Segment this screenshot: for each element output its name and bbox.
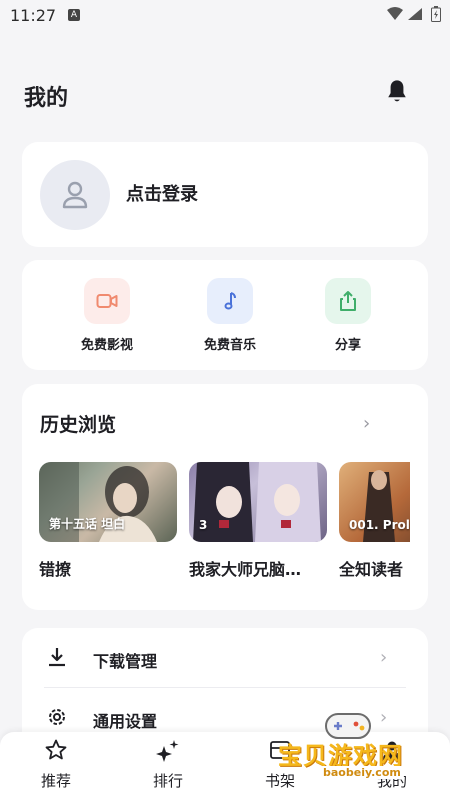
- music-note-icon: [207, 278, 253, 324]
- signal-icon: [408, 8, 422, 20]
- wifi-icon: [387, 7, 403, 20]
- user-icon: [62, 181, 88, 209]
- share-icon: [325, 278, 371, 324]
- nav-tab-recommend[interactable]: 推荐: [16, 738, 96, 791]
- sparkles-icon: [156, 740, 179, 762]
- nav-tab-label: 排行: [152, 772, 183, 790]
- episode-caption: 第十五话 坦白: [49, 517, 126, 531]
- avatar[interactable]: [40, 160, 110, 230]
- action-share[interactable]: 分享: [298, 278, 398, 353]
- action-free-music[interactable]: 免费音乐: [180, 278, 280, 353]
- chevron-right-icon[interactable]: ›: [363, 413, 370, 434]
- nav-tab-ranking[interactable]: 排行: [128, 738, 208, 791]
- chevron-right-icon: ›: [380, 647, 388, 668]
- history-item[interactable]: 第十五话 坦白 错撩: [39, 462, 177, 580]
- history-item[interactable]: 001. Prol 全知读者: [339, 462, 410, 580]
- history-item[interactable]: 3 我家大师兄脑…: [189, 462, 327, 580]
- cover-image: 001. Prol: [339, 462, 410, 542]
- episode-caption: 3: [199, 518, 208, 532]
- menu-item-download[interactable]: 下载管理 ›: [22, 628, 428, 686]
- action-label: 免费音乐: [203, 338, 256, 353]
- history-card: 历史浏览 › 第十五话 坦白 错撩 3 我家大师兄脑… 001. Prol 全知…: [22, 384, 428, 610]
- bell-icon[interactable]: [383, 78, 411, 106]
- episode-caption: 001. Prol: [349, 518, 410, 532]
- action-label: 分享: [334, 338, 361, 353]
- login-card[interactable]: 点击登录: [22, 142, 428, 247]
- quick-actions-card: 免费影视 免费音乐 分享: [22, 260, 428, 370]
- nav-tab-label: 推荐: [40, 772, 71, 790]
- history-item-title: 我家大师兄脑…: [189, 560, 302, 579]
- history-list[interactable]: 第十五话 坦白 错撩 3 我家大师兄脑… 001. Prol 全知读者: [39, 462, 410, 592]
- menu-item-label: 下载管理: [93, 652, 158, 671]
- star-icon: [45, 739, 67, 760]
- watermark: 宝贝游戏网 baobeiy.com: [268, 706, 450, 788]
- page-header: 我的: [0, 72, 450, 120]
- history-item-title: 全知读者: [339, 560, 404, 579]
- settings-gear-icon: [49, 709, 65, 725]
- history-title: 历史浏览: [40, 414, 117, 436]
- status-bar: 11:27 A: [0, 0, 450, 32]
- status-time: 11:27: [10, 6, 57, 25]
- cover-image: 第十五话 坦白: [39, 462, 177, 542]
- cover-image: 3: [189, 462, 327, 542]
- video-camera-icon: [84, 278, 130, 324]
- notification-badge: A: [68, 9, 80, 21]
- login-link[interactable]: 点击登录: [126, 180, 198, 206]
- menu-item-label: 通用设置: [93, 712, 158, 731]
- action-label: 免费影视: [80, 338, 133, 353]
- battery-icon: [431, 6, 441, 22]
- download-icon: [49, 648, 65, 667]
- history-item-title: 错撩: [39, 560, 72, 579]
- page-title: 我的: [24, 86, 69, 111]
- watermark-url: baobeiy.com: [320, 766, 404, 779]
- action-free-video[interactable]: 免费影视: [57, 278, 157, 353]
